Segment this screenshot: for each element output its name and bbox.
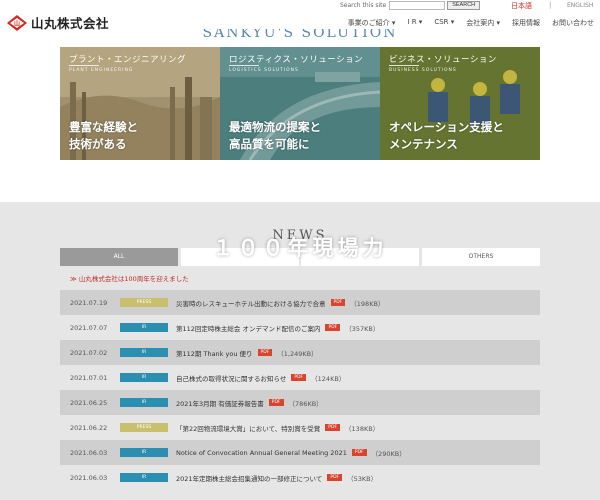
site-search: Search this site SEARCH <box>340 1 481 10</box>
news-title[interactable]: 自己株式の取得状況に関するお知らせ <box>176 373 286 383</box>
pdf-badge: PDF <box>291 374 307 381</box>
file-size: （124KB） <box>311 374 346 383</box>
news-date: 2021.07.19 <box>70 298 108 307</box>
lang-separator: | <box>549 1 552 9</box>
panel-plant-engineering[interactable]: プラント・エンジニアリング PLANT ENGINEERING 豊富な経験と 技… <box>60 47 220 160</box>
news-row[interactable]: 2021.06.22 PRESS 「第22回物流環境大賞」において、特別賞を受賞… <box>60 415 540 440</box>
file-size: （786KB） <box>288 399 323 408</box>
news-date: 2021.06.03 <box>70 473 108 482</box>
nav-recruit[interactable]: 採用情報 <box>512 18 540 28</box>
news-row[interactable]: 2021.07.02 IR 第112期 Thank you 便り PDF （1,… <box>60 340 540 365</box>
panel-copy: 豊富な経験と 技術がある <box>69 120 138 151</box>
pdf-badge: PDF <box>257 349 273 356</box>
file-size: （198KB） <box>350 299 385 308</box>
news-date: 2021.07.07 <box>70 323 108 332</box>
news-tag: PRESS <box>120 423 168 432</box>
solution-panels: プラント・エンジニアリング PLANT ENGINEERING 豊富な経験と 技… <box>60 47 540 160</box>
search-button[interactable]: SEARCH <box>447 1 481 10</box>
svg-text:山: 山 <box>14 19 20 27</box>
panel-copy: 最適物流の提案と 高品質を可能に <box>229 120 321 151</box>
news-title[interactable]: 2021年3月期 有価証券報告書 <box>176 398 264 408</box>
pdf-badge: PDF <box>325 324 341 331</box>
panel-title: ビジネス・ソリューション <box>389 55 497 65</box>
news-tag: IR <box>120 448 168 457</box>
pdf-badge: PDF <box>351 449 367 456</box>
centennial-overlay-title: １００年現場力 <box>212 236 388 260</box>
panel-divider <box>389 65 419 66</box>
nav-contact[interactable]: お問い合わせ <box>552 18 594 28</box>
lang-ja-link[interactable]: 日本語 <box>511 1 532 11</box>
lang-en-link[interactable]: ENGLISH <box>567 2 593 9</box>
news-row[interactable]: 2021.06.03 IR 2021年定期株主総会招集通知の一部修正について P… <box>60 465 540 490</box>
nav-csr[interactable]: CSR ▾ <box>434 18 454 28</box>
news-title[interactable]: 2021年定期株主総会招集通知の一部修正について <box>176 473 322 483</box>
news-tag: IR <box>120 323 168 332</box>
news-row[interactable]: 2021.06.03 IR Notice of Convocation Annu… <box>60 440 540 465</box>
news-row[interactable]: 2021.07.19 PRESS 災害時のレスキューホテル出動における協力で合意… <box>60 290 540 315</box>
nav-company[interactable]: 会社案内 ▾ <box>466 18 500 28</box>
news-date: 2021.06.03 <box>70 448 108 457</box>
news-date: 2021.06.22 <box>70 423 108 432</box>
pdf-badge: PDF <box>327 474 343 481</box>
news-tag: IR <box>120 348 168 357</box>
panel-copy: オペレーション支援と メンテナンス <box>389 120 504 151</box>
search-label: Search this site <box>340 2 387 9</box>
panel-divider <box>229 65 259 66</box>
news-title[interactable]: 災害時のレスキューホテル出動における協力で合意 <box>176 298 326 308</box>
nav-business[interactable]: 事業のご紹介 ▾ <box>348 18 396 28</box>
file-size: （290KB） <box>371 449 406 458</box>
file-size: （53KB） <box>347 474 378 483</box>
page: 山 山丸株式会社 Search this site SEARCH 日本語 | E… <box>0 0 600 500</box>
panel-subtitle: BUSINESS SOLUTIONS <box>389 68 457 73</box>
solution-heading: SANKYU'S SOLUTION <box>202 29 398 41</box>
panel-title: プラント・エンジニアリング <box>69 55 187 65</box>
pdf-badge: PDF <box>325 424 341 431</box>
search-input[interactable] <box>389 1 446 10</box>
news-title[interactable]: Notice of Convocation Annual General Mee… <box>176 449 347 457</box>
file-size: （357KB） <box>345 324 380 333</box>
news-date: 2021.07.01 <box>70 373 108 382</box>
news-row[interactable]: 2021.07.07 IR 第112回定時株主総会 オンデマンド配信のご案内 P… <box>60 315 540 340</box>
news-tag: IR <box>120 398 168 407</box>
news-title[interactable]: 第112期 Thank you 便り <box>176 348 253 358</box>
file-size: （1,249KB） <box>277 349 318 358</box>
nav-ir[interactable]: I R ▾ <box>407 18 422 28</box>
news-title[interactable]: 「第22回物流環境大賞」において、特別賞を受賞 <box>176 423 320 433</box>
panel-divider <box>69 65 99 66</box>
panel-subtitle: PLANT ENGINEERING <box>69 68 134 73</box>
news-tag: IR <box>120 473 168 482</box>
pdf-badge: PDF <box>330 299 346 306</box>
centennial-notice-link[interactable]: ≫ 山丸株式会社は100周年を迎えました <box>70 273 189 283</box>
pdf-badge: PDF <box>268 399 284 406</box>
news-date: 2021.06.25 <box>70 398 108 407</box>
news-tag: IR <box>120 373 168 382</box>
news-list: 2021.07.19 PRESS 災害時のレスキューホテル出動における協力で合意… <box>60 290 540 490</box>
news-row[interactable]: 2021.06.25 IR 2021年3月期 有価証券報告書 PDF （786K… <box>60 390 540 415</box>
panel-subtitle: LOGISTICS SOLUTIONS <box>229 68 299 73</box>
panel-logistics-solutions[interactable]: ロジスティクス・ソリューション LOGISTICS SOLUTIONS 最適物流… <box>220 47 380 160</box>
news-title[interactable]: 第112回定時株主総会 オンデマンド配信のご案内 <box>176 323 320 333</box>
news-date: 2021.07.02 <box>70 348 108 357</box>
news-row[interactable]: 2021.07.01 IR 自己株式の取得状況に関するお知らせ PDF （124… <box>60 365 540 390</box>
panel-title: ロジスティクス・ソリューション <box>229 55 364 65</box>
global-nav: 事業のご紹介 ▾ I R ▾ CSR ▾ 会社案内 ▾ 採用情報 お問い合わせ <box>336 18 594 28</box>
news-tag: PRESS <box>120 298 168 307</box>
panel-business-solutions[interactable]: ビジネス・ソリューション BUSINESS SOLUTIONS オペレーション支… <box>380 47 540 160</box>
file-size: （138KB） <box>345 424 380 433</box>
